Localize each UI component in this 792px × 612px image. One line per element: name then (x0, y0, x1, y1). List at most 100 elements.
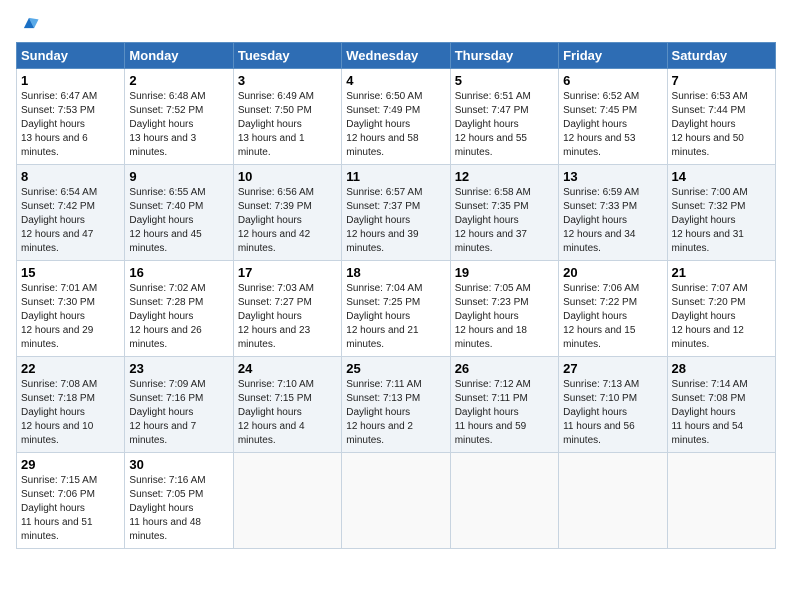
day-detail: Sunrise: 6:49 AMSunset: 7:50 PMDaylight … (238, 90, 337, 160)
day-detail: Sunrise: 6:50 AMSunset: 7:49 PMDaylight … (346, 90, 445, 160)
day-detail: Sunrise: 7:00 AMSunset: 7:32 PMDaylight … (672, 186, 771, 256)
day-detail: Sunrise: 7:05 AMSunset: 7:23 PMDaylight … (455, 282, 554, 352)
day-detail: Sunrise: 6:51 AMSunset: 7:47 PMDaylight … (455, 90, 554, 160)
day-number: 8 (21, 169, 120, 184)
calendar-cell: 14 Sunrise: 7:00 AMSunset: 7:32 PMDayligh… (667, 165, 775, 261)
header-cell-wednesday: Wednesday (342, 43, 450, 69)
calendar-cell: 28 Sunrise: 7:14 AMSunset: 7:08 PMDayligh… (667, 357, 775, 453)
day-detail: Sunrise: 6:57 AMSunset: 7:37 PMDaylight … (346, 186, 445, 256)
calendar-cell: 23 Sunrise: 7:09 AMSunset: 7:16 PMDayligh… (125, 357, 233, 453)
calendar-cell: 21Sunrise: 7:07 AMSunset: 7:20 PMDayligh… (667, 261, 775, 357)
day-detail: Sunrise: 7:11 AMSunset: 7:13 PMDaylight … (346, 378, 445, 448)
day-detail: Sunrise: 7:01 AMSunset: 7:30 PMDaylight … (21, 282, 120, 352)
calendar-cell: 15 Sunrise: 7:01 AMSunset: 7:30 PMDayligh… (17, 261, 125, 357)
calendar-week-row: 1 Sunrise: 6:47 AMSunset: 7:53 PMDaylight… (17, 69, 776, 165)
calendar-cell: 3Sunrise: 6:49 AMSunset: 7:50 PMDaylight… (233, 69, 341, 165)
day-detail: Sunrise: 6:53 AMSunset: 7:44 PMDaylight … (672, 90, 771, 160)
day-detail: Sunrise: 7:15 AMSunset: 7:06 PMDaylight … (21, 474, 120, 544)
calendar-cell: 5 Sunrise: 6:51 AMSunset: 7:47 PMDaylight… (450, 69, 558, 165)
header-cell-friday: Friday (559, 43, 667, 69)
calendar-cell (342, 453, 450, 549)
day-detail: Sunrise: 7:07 AMSunset: 7:20 PMDaylight … (672, 282, 771, 352)
calendar-week-row: 15 Sunrise: 7:01 AMSunset: 7:30 PMDayligh… (17, 261, 776, 357)
calendar-header-row: SundayMondayTuesdayWednesdayThursdayFrid… (17, 43, 776, 69)
day-number: 9 (129, 169, 228, 184)
calendar-cell: 26 Sunrise: 7:12 AMSunset: 7:11 PMDayligh… (450, 357, 558, 453)
day-detail: Sunrise: 7:14 AMSunset: 7:08 PMDaylight … (672, 378, 771, 448)
calendar-cell: 6 Sunrise: 6:52 AMSunset: 7:45 PMDaylight… (559, 69, 667, 165)
day-number: 11 (346, 169, 445, 184)
calendar-cell (559, 453, 667, 549)
calendar-cell: 16 Sunrise: 7:02 AMSunset: 7:28 PMDayligh… (125, 261, 233, 357)
calendar-cell: 24 Sunrise: 7:10 AMSunset: 7:15 PMDayligh… (233, 357, 341, 453)
day-number: 17 (238, 265, 337, 280)
day-detail: Sunrise: 6:59 AMSunset: 7:33 PMDaylight … (563, 186, 662, 256)
logo (16, 12, 40, 34)
page-container: SundayMondayTuesdayWednesdayThursdayFrid… (0, 0, 792, 559)
day-number: 20 (563, 265, 662, 280)
calendar-cell (233, 453, 341, 549)
day-number: 4 (346, 73, 445, 88)
day-detail: Sunrise: 6:56 AMSunset: 7:39 PMDaylight … (238, 186, 337, 256)
day-detail: Sunrise: 7:10 AMSunset: 7:15 PMDaylight … (238, 378, 337, 448)
calendar-cell: 1 Sunrise: 6:47 AMSunset: 7:53 PMDaylight… (17, 69, 125, 165)
calendar-cell: 19Sunrise: 7:05 AMSunset: 7:23 PMDayligh… (450, 261, 558, 357)
calendar-cell: 7 Sunrise: 6:53 AMSunset: 7:44 PMDaylight… (667, 69, 775, 165)
day-detail: Sunrise: 7:08 AMSunset: 7:18 PMDaylight … (21, 378, 120, 448)
calendar-cell: 4 Sunrise: 6:50 AMSunset: 7:49 PMDaylight… (342, 69, 450, 165)
day-number: 5 (455, 73, 554, 88)
calendar-cell: 29Sunrise: 7:15 AMSunset: 7:06 PMDayligh… (17, 453, 125, 549)
day-number: 1 (21, 73, 120, 88)
day-number: 25 (346, 361, 445, 376)
day-number: 28 (672, 361, 771, 376)
day-number: 10 (238, 169, 337, 184)
day-number: 23 (129, 361, 228, 376)
calendar-cell: 8 Sunrise: 6:54 AMSunset: 7:42 PMDaylight… (17, 165, 125, 261)
day-number: 15 (21, 265, 120, 280)
header (16, 12, 776, 34)
day-number: 7 (672, 73, 771, 88)
day-detail: Sunrise: 6:52 AMSunset: 7:45 PMDaylight … (563, 90, 662, 160)
day-number: 6 (563, 73, 662, 88)
day-detail: Sunrise: 7:09 AMSunset: 7:16 PMDaylight … (129, 378, 228, 448)
day-number: 14 (672, 169, 771, 184)
day-detail: Sunrise: 7:12 AMSunset: 7:11 PMDaylight … (455, 378, 554, 448)
calendar-cell: 11 Sunrise: 6:57 AMSunset: 7:37 PMDayligh… (342, 165, 450, 261)
day-number: 26 (455, 361, 554, 376)
calendar-cell: 9 Sunrise: 6:55 AMSunset: 7:40 PMDaylight… (125, 165, 233, 261)
day-number: 24 (238, 361, 337, 376)
calendar-cell: 2Sunrise: 6:48 AMSunset: 7:52 PMDaylight… (125, 69, 233, 165)
calendar-cell: 13 Sunrise: 6:59 AMSunset: 7:33 PMDayligh… (559, 165, 667, 261)
day-number: 12 (455, 169, 554, 184)
day-number: 13 (563, 169, 662, 184)
day-number: 27 (563, 361, 662, 376)
day-detail: Sunrise: 6:55 AMSunset: 7:40 PMDaylight … (129, 186, 228, 256)
day-detail: Sunrise: 7:03 AMSunset: 7:27 PMDaylight … (238, 282, 337, 352)
calendar-cell: 25 Sunrise: 7:11 AMSunset: 7:13 PMDayligh… (342, 357, 450, 453)
calendar-cell (450, 453, 558, 549)
calendar-cell: 27 Sunrise: 7:13 AMSunset: 7:10 PMDayligh… (559, 357, 667, 453)
calendar-week-row: 22Sunrise: 7:08 AMSunset: 7:18 PMDayligh… (17, 357, 776, 453)
day-number: 16 (129, 265, 228, 280)
day-number: 30 (129, 457, 228, 472)
day-detail: Sunrise: 7:06 AMSunset: 7:22 PMDaylight … (563, 282, 662, 352)
calendar-cell: 10 Sunrise: 6:56 AMSunset: 7:39 PMDayligh… (233, 165, 341, 261)
day-number: 2 (129, 73, 228, 88)
day-detail: Sunrise: 7:13 AMSunset: 7:10 PMDaylight … (563, 378, 662, 448)
day-detail: Sunrise: 6:54 AMSunset: 7:42 PMDaylight … (21, 186, 120, 256)
day-detail: Sunrise: 7:16 AMSunset: 7:05 PMDaylight … (129, 474, 228, 544)
calendar-week-row: 8 Sunrise: 6:54 AMSunset: 7:42 PMDaylight… (17, 165, 776, 261)
calendar-cell: 17 Sunrise: 7:03 AMSunset: 7:27 PMDayligh… (233, 261, 341, 357)
header-cell-tuesday: Tuesday (233, 43, 341, 69)
day-detail: Sunrise: 6:47 AMSunset: 7:53 PMDaylight … (21, 90, 120, 160)
logo-icon (18, 12, 40, 34)
day-number: 18 (346, 265, 445, 280)
day-detail: Sunrise: 6:58 AMSunset: 7:35 PMDaylight … (455, 186, 554, 256)
header-cell-monday: Monday (125, 43, 233, 69)
header-cell-thursday: Thursday (450, 43, 558, 69)
header-cell-sunday: Sunday (17, 43, 125, 69)
day-detail: Sunrise: 7:02 AMSunset: 7:28 PMDaylight … (129, 282, 228, 352)
calendar-week-row: 29Sunrise: 7:15 AMSunset: 7:06 PMDayligh… (17, 453, 776, 549)
calendar-cell: 18Sunrise: 7:04 AMSunset: 7:25 PMDayligh… (342, 261, 450, 357)
calendar-cell: 22Sunrise: 7:08 AMSunset: 7:18 PMDayligh… (17, 357, 125, 453)
